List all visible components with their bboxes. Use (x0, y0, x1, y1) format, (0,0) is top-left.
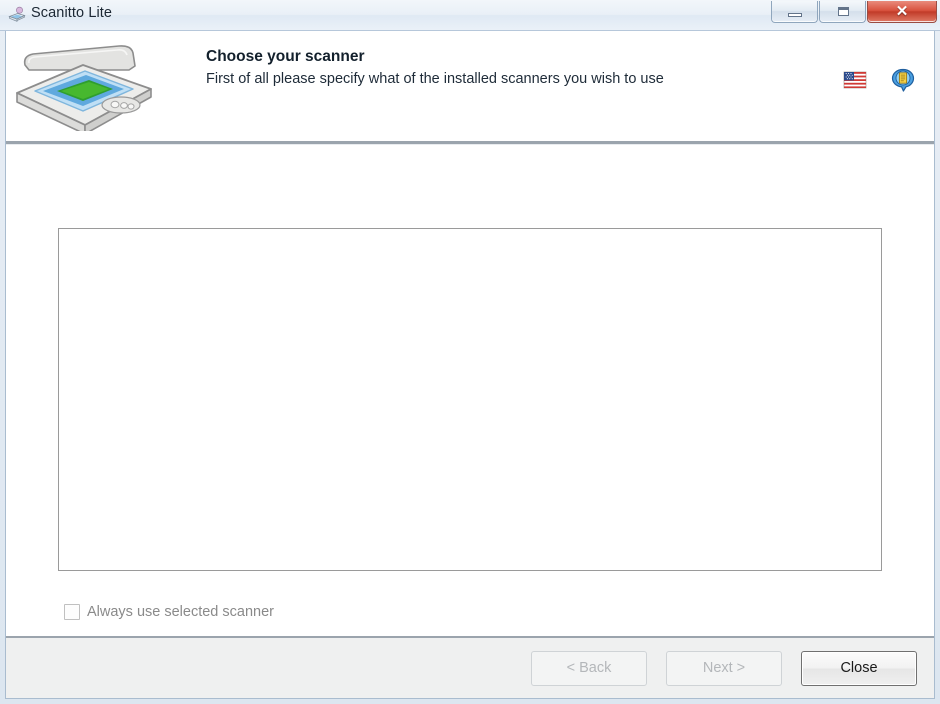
header-icons (842, 67, 916, 93)
footer-buttons: < Back Next > Close (531, 651, 917, 686)
title-bar: Scanitto Lite ✕ (0, 0, 940, 31)
page-title: Choose your scanner (206, 48, 365, 65)
page-subtitle: First of all please specify what of the … (206, 71, 664, 87)
always-use-scanner-checkbox[interactable] (64, 604, 80, 620)
scanner-list[interactable] (58, 228, 882, 571)
next-button[interactable]: Next > (666, 651, 782, 686)
flatbed-scanner-icon (16, 45, 152, 131)
us-flag-icon[interactable] (842, 67, 868, 93)
wizard-header: Choose your scanner First of all please … (6, 31, 934, 141)
close-window-button[interactable]: ✕ (867, 1, 937, 23)
client-area: Choose your scanner First of all please … (5, 31, 935, 699)
application-window: Scanitto Lite ✕ Choose your scanner Firs… (0, 0, 940, 704)
wizard-body: Always use selected scanner (6, 146, 934, 636)
header-separator (6, 141, 934, 145)
always-use-scanner-label: Always use selected scanner (87, 604, 274, 620)
globe-help-icon[interactable] (890, 67, 916, 93)
always-use-scanner-row[interactable]: Always use selected scanner (64, 604, 274, 620)
back-button[interactable]: < Back (531, 651, 647, 686)
minimize-button[interactable] (771, 1, 818, 23)
close-button[interactable]: Close (801, 651, 917, 686)
wizard-footer: < Back Next > Close (6, 636, 934, 698)
maximize-button[interactable] (819, 1, 866, 23)
scanner-icon (8, 6, 26, 22)
close-icon: ✕ (895, 3, 909, 20)
window-controls: ✕ (770, 1, 937, 23)
window-title: Scanitto Lite (31, 5, 113, 21)
